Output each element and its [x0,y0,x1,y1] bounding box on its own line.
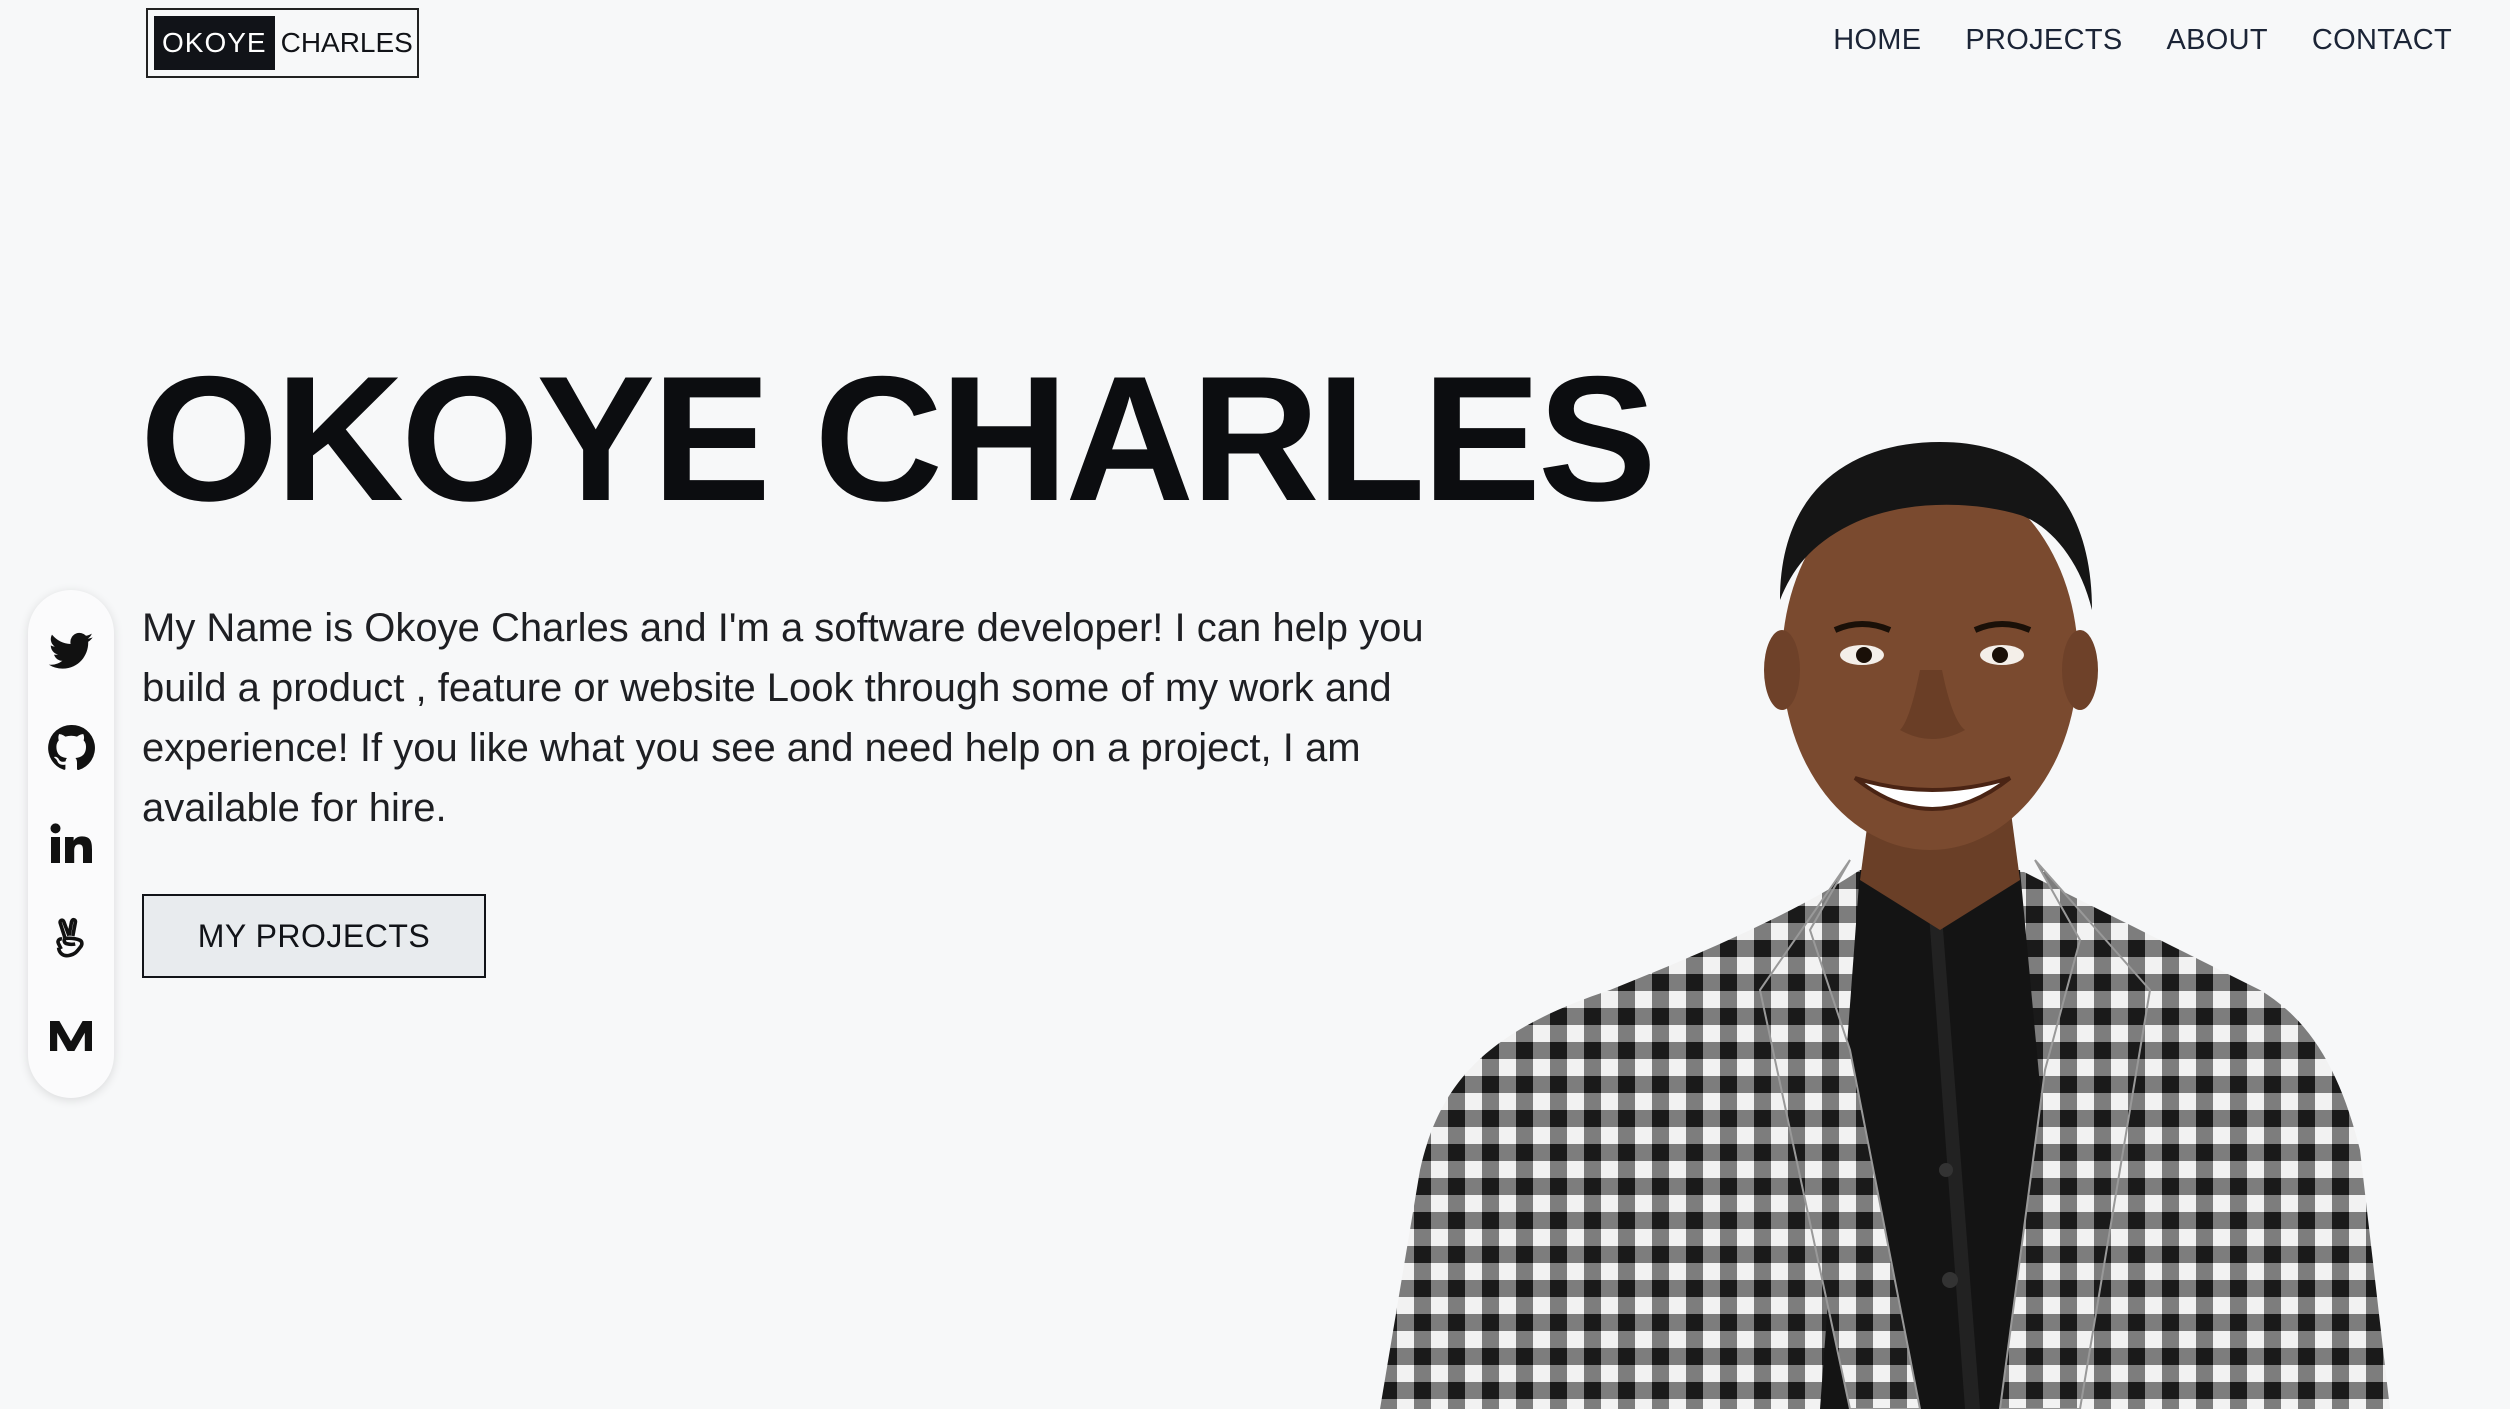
main-nav: HOME PROJECTS ABOUT CONTACT [1833,24,2452,57]
linkedin-icon[interactable] [47,820,95,868]
logo-last-name: CHARLES [280,27,413,58]
logo-first-name: OKOYE [154,16,275,70]
logo[interactable]: OKOYE CHARLES [146,8,419,78]
profile-photo [1380,430,2390,1409]
nav-home[interactable]: HOME [1833,24,1921,57]
social-links-rail [28,590,114,1098]
medium-icon[interactable] [47,1012,95,1060]
angellist-icon[interactable] [47,916,95,964]
site-header: OKOYE CHARLES HOME PROJECTS ABOUT CONTAC… [0,0,2510,88]
twitter-icon[interactable] [47,628,95,676]
github-icon[interactable] [47,724,95,772]
nav-about[interactable]: ABOUT [2166,24,2267,57]
hero-description: My Name is Okoye Charles and I'm a softw… [142,606,1424,830]
nav-contact[interactable]: CONTACT [2312,24,2452,57]
my-projects-button[interactable]: MY PROJECTS [142,894,486,978]
nav-projects[interactable]: PROJECTS [1965,24,2122,57]
page: OKOYE CHARLES HOME PROJECTS ABOUT CONTAC… [0,0,2510,1409]
